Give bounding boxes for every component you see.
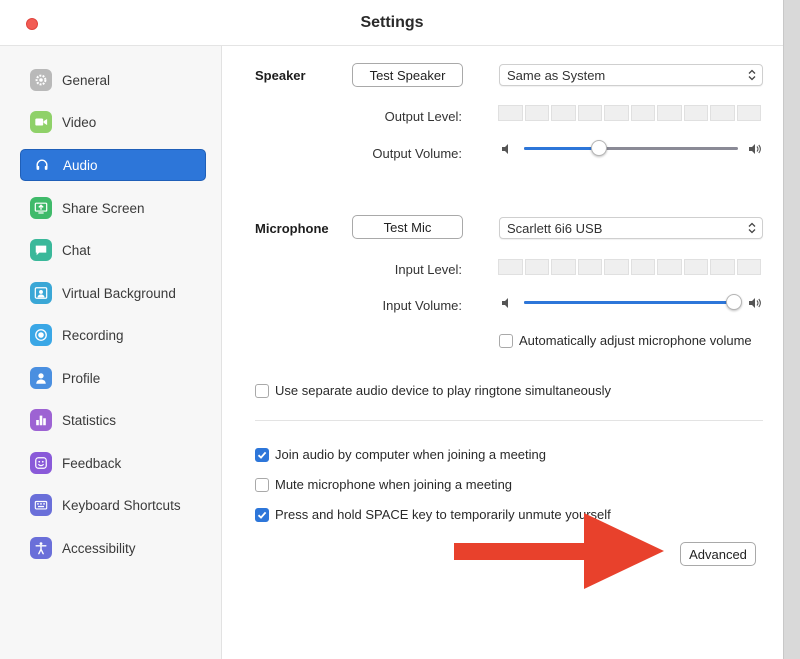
sidebar-item-audio[interactable]: Audio: [20, 149, 206, 181]
sidebar-item-feedback[interactable]: Feedback: [20, 447, 206, 479]
checkbox-label: Use separate audio device to play ringto…: [275, 383, 612, 398]
sidebar-item-recording[interactable]: Recording: [20, 319, 206, 351]
microphone-device-value: Scarlett 6i6 USB: [507, 220, 603, 236]
output-volume-slider[interactable]: [524, 137, 738, 159]
sidebar-item-label: Virtual Background: [62, 285, 176, 301]
volume-low-icon: [502, 144, 508, 154]
sidebar-item-label: Keyboard Shortcuts: [62, 497, 181, 513]
record-icon: [30, 324, 52, 346]
input-volume-label: Input Volume:: [382, 298, 463, 313]
sidebar-item-statistics[interactable]: Statistics: [20, 404, 206, 436]
gear-icon: [30, 69, 52, 91]
keyboard-icon: [30, 494, 52, 516]
checkbox[interactable]: [499, 333, 513, 348]
sidebar-item-video[interactable]: Video: [20, 106, 206, 138]
input-volume-slider[interactable]: [524, 291, 742, 313]
checkbox[interactable]: [255, 383, 269, 398]
input-level-label: Input Level:: [394, 262, 462, 277]
sidebar-item-label: Share Screen: [62, 200, 145, 216]
test-mic-button[interactable]: Test Mic: [352, 215, 463, 239]
sidebar-item-keyboard-shortcuts[interactable]: Keyboard Shortcuts: [20, 489, 206, 521]
sidebar-item-label: Feedback: [62, 455, 122, 471]
sidebar-item-label: Audio: [63, 157, 98, 173]
title-bar: Settings: [0, 0, 783, 46]
auto-adjust-mic-checkbox[interactable]: Automatically adjust microphone volume: [499, 333, 752, 348]
output-volume-label: Output Volume:: [372, 146, 462, 161]
separate-ringtone-device-checkbox[interactable]: Use separate audio device to play ringto…: [255, 383, 611, 398]
checkbox[interactable]: [255, 477, 269, 492]
chevron-updown-icon: [748, 69, 756, 81]
checkbox-label: Automatically adjust microphone volume: [519, 333, 752, 348]
checkbox-label: Mute microphone when joining a meeting: [275, 477, 513, 492]
checkbox[interactable]: [255, 447, 269, 462]
sidebar-item-label: Profile: [62, 370, 101, 386]
profile-icon: [30, 367, 52, 389]
sidebar-item-label: General: [62, 72, 111, 88]
chat-bubble-icon: [30, 239, 52, 261]
sidebar-item-label: Chat: [62, 242, 91, 258]
test-speaker-button[interactable]: Test Speaker: [352, 63, 463, 87]
share-screen-icon: [30, 197, 52, 219]
sidebar-item-share-screen[interactable]: Share Screen: [20, 192, 206, 224]
annotation-arrow-icon: [454, 513, 664, 589]
checkbox-label: Join audio by computer when joining a me…: [275, 447, 547, 462]
settings-window: Settings General Video Audio Share Scree…: [0, 0, 784, 659]
sidebar-item-profile[interactable]: Profile: [20, 362, 206, 394]
settings-sidebar: General Video Audio Share Screen Chat Vi…: [0, 46, 222, 659]
sidebar-item-label: Statistics: [62, 412, 117, 428]
sidebar-item-label: Recording: [62, 327, 124, 343]
accessibility-icon: [30, 537, 52, 559]
sidebar-item-chat[interactable]: Chat: [20, 234, 206, 266]
sidebar-item-label: Accessibility: [62, 540, 136, 556]
checkbox[interactable]: [255, 507, 269, 522]
chevron-updown-icon: [748, 222, 756, 234]
video-camera-icon: [30, 111, 52, 133]
section-divider: [255, 420, 763, 421]
input-level-meter: [498, 259, 761, 275]
advanced-button[interactable]: Advanced: [680, 542, 756, 566]
microphone-section-label: Microphone: [255, 221, 329, 236]
bar-chart-icon: [30, 409, 52, 431]
speaker-device-value: Same as System: [507, 67, 606, 83]
microphone-device-select[interactable]: Scarlett 6i6 USB: [499, 217, 763, 239]
sidebar-item-virtual-background[interactable]: Virtual Background: [20, 277, 206, 309]
sidebar-item-accessibility[interactable]: Accessibility: [20, 532, 206, 564]
volume-high-icon: [749, 144, 761, 154]
mute-mic-checkbox[interactable]: Mute microphone when joining a meeting: [255, 477, 512, 492]
person-portrait-icon: [30, 282, 52, 304]
headphones-icon: [31, 154, 53, 176]
volume-high-icon: [749, 298, 761, 308]
speaker-section-label: Speaker: [255, 68, 306, 83]
sidebar-item-general[interactable]: General: [20, 64, 206, 96]
slider-thumb[interactable]: [590, 140, 607, 156]
output-level-label: Output Level:: [384, 109, 462, 124]
smiley-icon: [30, 452, 52, 474]
sidebar-item-label: Video: [62, 114, 97, 130]
slider-thumb[interactable]: [725, 294, 742, 310]
volume-low-icon: [502, 298, 508, 308]
join-audio-checkbox[interactable]: Join audio by computer when joining a me…: [255, 447, 546, 462]
speaker-device-select[interactable]: Same as System: [499, 64, 763, 86]
window-title: Settings: [360, 14, 424, 31]
output-level-meter: [498, 105, 761, 121]
